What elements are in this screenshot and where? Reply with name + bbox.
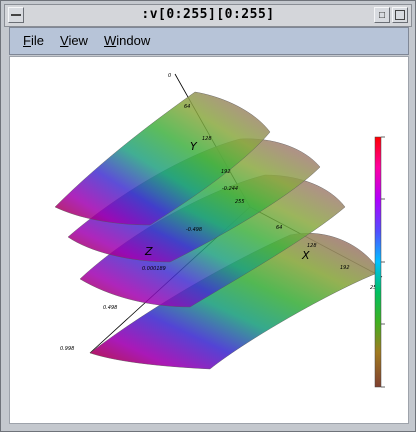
surface-layers: [54, 91, 381, 370]
tick-y4: 255: [235, 199, 245, 205]
axis-label-z: Z: [144, 245, 153, 258]
tick-z0: -0.498: [186, 227, 202, 233]
menu-view-rest: iew: [68, 33, 88, 48]
menu-window[interactable]: Window: [104, 33, 150, 48]
color-bar: [374, 136, 385, 388]
axis-label-x: X: [301, 249, 310, 262]
minimize-icon: [379, 12, 385, 18]
menu-file-mnemonic: F: [23, 33, 31, 48]
menu-window-mnemonic: W: [104, 33, 117, 48]
maximize-button[interactable]: [392, 7, 408, 23]
tick-origin: 0: [168, 73, 171, 79]
tick-x1: 64: [276, 225, 282, 231]
menu-bar: File View Window: [9, 27, 409, 55]
menu-file-rest: ile: [30, 33, 44, 48]
app-window: :v[0:255][0:255] File View Window 0 64 1…: [0, 0, 416, 432]
title-bar[interactable]: :v[0:255][0:255]: [4, 4, 412, 27]
maximize-icon: [395, 10, 405, 20]
tick-z2: 0.000189: [142, 266, 166, 272]
minimize-button[interactable]: [374, 7, 390, 23]
color-bar-gradient: [374, 136, 382, 388]
render-canvas[interactable]: 0 64 128 192 255 64 128 192 255 -0.244 -…: [9, 56, 409, 424]
surface-plot[interactable]: 0 64 128 192 255 64 128 192 255 -0.244 -…: [10, 57, 408, 423]
tick-y3: 192: [221, 169, 231, 175]
menu-file[interactable]: File: [23, 33, 44, 48]
tick-y1: 64: [184, 104, 190, 110]
tick-x3: 192: [340, 265, 350, 271]
menu-view[interactable]: View: [60, 33, 88, 48]
tick-y2: 128: [202, 136, 212, 142]
tick-lbl-a: -0.244: [222, 186, 238, 192]
tick-z4: 0.998: [60, 346, 74, 352]
menu-window-rest: indow: [116, 33, 151, 48]
window-title: :v[0:255][0:255]: [141, 7, 275, 22]
tick-z3: 0.498: [103, 305, 117, 311]
